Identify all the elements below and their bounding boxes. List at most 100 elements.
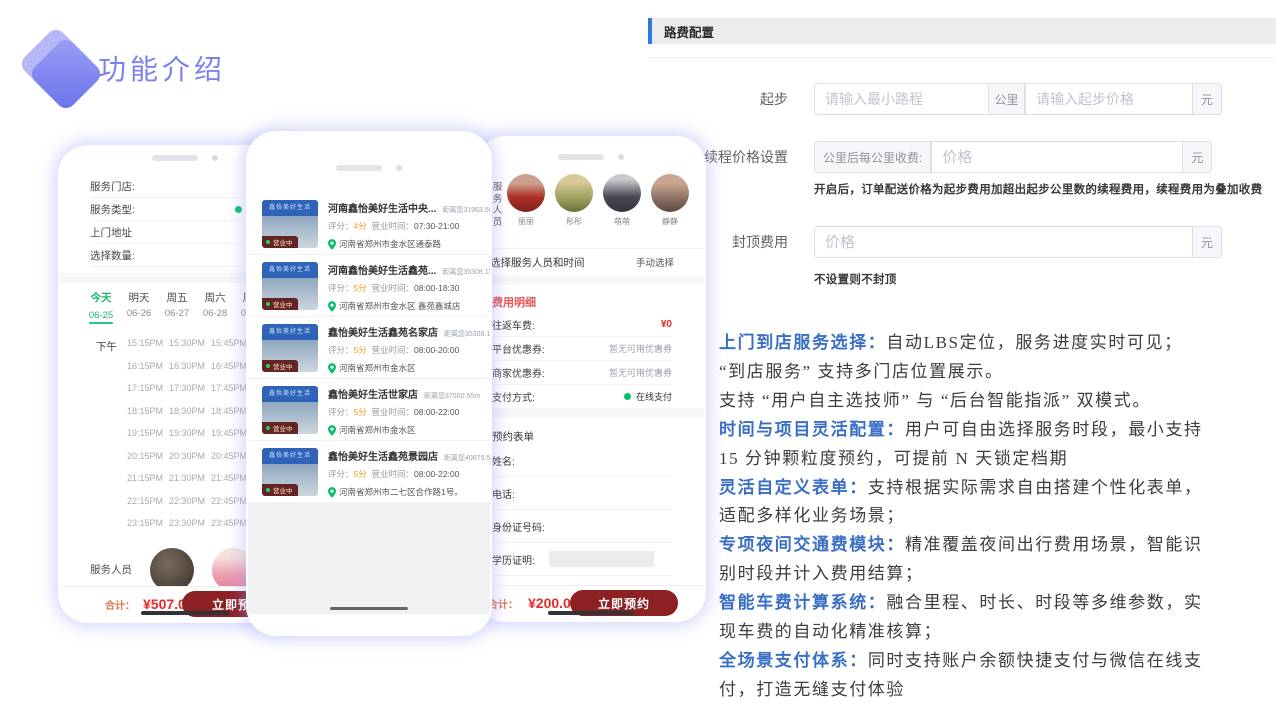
staff-section: 服务人员 丽丽 彤彤 萌萌 静静 — [478, 174, 704, 248]
feature-line: 上门到店服务选择：自动LBS定位，服务进度实时可见； — [719, 329, 1271, 358]
fee-detail-title: 费用明细 — [492, 294, 672, 310]
time-slot[interactable]: 16:15PM — [127, 361, 169, 371]
time-slot[interactable]: 19:45PM — [211, 428, 253, 438]
time-slot[interactable]: 19:15PM — [127, 428, 169, 438]
time-slot[interactable]: 16:45PM — [211, 361, 253, 371]
store-distance: 距离您40875.57m — [444, 453, 490, 463]
start-price-input[interactable] — [1025, 83, 1193, 115]
feature-line: 时间与项目灵活配置：用户可自由选择服务时段，最小支持 — [719, 416, 1271, 445]
fee-row[interactable]: 支付方式: 在线支付 — [492, 385, 672, 408]
time-slot[interactable]: 19:30PM — [169, 428, 211, 438]
open-badge: 营业中 — [262, 360, 298, 372]
avatar — [603, 174, 641, 212]
period-label: 下午 — [96, 339, 127, 528]
diamond-icon — [36, 44, 92, 100]
time-slot[interactable]: 17:30PM — [169, 383, 211, 393]
store-label: 服务门店: — [90, 179, 135, 194]
store-distance: 距离您35308.11m — [444, 329, 490, 339]
time-slot[interactable]: 23:45PM — [211, 518, 253, 528]
store-hours: 08:00-22:00 — [414, 407, 459, 417]
time-slot[interactable]: 18:15PM — [127, 406, 169, 416]
time-slot[interactable]: 18:45PM — [211, 406, 253, 416]
extend-price-input[interactable] — [931, 141, 1183, 173]
feature-line: 支持 “用户自主选技师” 与 “后台智能指派” 双模式。 — [719, 387, 1271, 416]
date-item[interactable]: 明天 06-26 — [120, 290, 158, 324]
time-slot[interactable]: 15:30PM — [169, 338, 211, 348]
time-slot[interactable]: 20:15PM — [127, 451, 169, 461]
per-km-prefix-label: 公里后每公里收费: — [814, 141, 931, 173]
payment-method: 在线支付 — [624, 390, 672, 403]
fee-value: 暂无可用优惠券 — [609, 366, 672, 379]
phone-order-detail: 服务人员 丽丽 彤彤 萌萌 静静 — [478, 138, 704, 620]
store-item[interactable]: 鑫怡美好生活 营业中 河南鑫怡美好生活中央...距离您31963.56m 评分：… — [248, 193, 490, 255]
time-slot-grid: 15:15PM 15:30PM 15:45PM 16:15PM 16:30PM … — [127, 338, 253, 528]
feature-line: 现车费的自动化精准核算； — [719, 618, 1271, 647]
start-fare-label: 起步 — [648, 89, 814, 109]
time-slot[interactable]: 17:15PM — [127, 383, 169, 393]
reservation-form: 预约表单 姓名: 电话: 身份证号码: 学历证明: — [478, 429, 704, 576]
store-distance: 距离您37500.55m — [424, 391, 480, 401]
staff-label: 服务人员 — [90, 562, 132, 577]
manual-select-link[interactable]: 手动选择 — [636, 255, 674, 269]
time-slot[interactable]: 22:45PM — [211, 496, 253, 506]
time-slot[interactable]: 16:30PM — [169, 361, 211, 371]
fee-row[interactable]: 商家优惠券: 暂无可用优惠券 — [492, 361, 672, 385]
store-address: 河南省郑州市二七区合作路1号。 — [339, 486, 463, 498]
phone-store-list: 鑫怡美好生活 营业中 河南鑫怡美好生活中央...距离您31963.56m 评分：… — [248, 133, 490, 634]
date-item[interactable]: 周六 06-28 — [196, 290, 234, 324]
time-slot[interactable]: 23:30PM — [169, 518, 211, 528]
staff-item[interactable]: 丽丽 — [502, 174, 550, 227]
time-slot[interactable]: 21:15PM — [127, 473, 169, 483]
time-slot[interactable]: 15:15PM — [127, 338, 169, 348]
phone-notch — [248, 165, 490, 171]
storefront-thumbnail: 鑫怡美好生活 营业中 — [262, 448, 318, 496]
upload-box[interactable] — [549, 551, 654, 567]
time-slot[interactable]: 21:30PM — [169, 473, 211, 483]
speaker-pill-icon — [336, 165, 382, 171]
start-fare-inputs: 公里 元 — [814, 83, 1222, 115]
pick-staff-time-row[interactable]: 选择服务人员和时间 手动选择 — [478, 248, 704, 275]
time-slot[interactable]: 22:15PM — [127, 496, 169, 506]
store-item[interactable]: 鑫怡美好生活 营业中 鑫怡美好生活鑫苑景园店距离您40875.57m 评分：5分… — [248, 441, 490, 503]
staff-avatars: 丽丽 彤彤 萌萌 静静 — [502, 174, 694, 227]
store-name: 鑫怡美好生活世家店 — [328, 386, 418, 401]
time-slot[interactable]: 15:45PM — [211, 338, 253, 348]
cap-fare-inputs: 元 — [814, 226, 1222, 258]
form-field[interactable]: 学历证明: — [492, 543, 672, 576]
store-item[interactable]: 鑫怡美好生活 营业中 河南鑫怡美好生活鑫苑...距离您35308.11m 评分：… — [248, 255, 490, 317]
cap-price-input[interactable] — [814, 226, 1193, 258]
date-item[interactable]: 周五 06-27 — [158, 290, 196, 324]
form-field[interactable]: 姓名: — [492, 444, 672, 477]
time-slot[interactable]: 17:45PM — [211, 383, 253, 393]
time-slot[interactable]: 20:45PM — [211, 451, 253, 461]
fee-row[interactable]: 平台优惠券: 暂无可用优惠券 — [492, 337, 672, 361]
location-pin-icon — [328, 487, 336, 498]
feature-line: 专项夜间交通费模块：精准覆盖夜间出行费用场景，智能识 — [719, 531, 1271, 560]
date-item-active[interactable]: 今天 06-25 — [82, 290, 120, 324]
time-slot[interactable]: 20:30PM — [169, 451, 211, 461]
time-slot[interactable]: 21:45PM — [211, 473, 253, 483]
camera-dot-icon — [618, 154, 624, 160]
staff-item[interactable]: 萌萌 — [598, 174, 646, 227]
feature-line: 全场景支付体系：同时支持账户余额快捷支付与微信在线支 — [719, 647, 1271, 676]
store-hours: 08:00-18:30 — [414, 283, 459, 293]
store-item[interactable]: 鑫怡美好生活 营业中 鑫怡美好生活鑫苑名家店距离您35308.11m 评分：5分… — [248, 317, 490, 379]
form-field[interactable]: 电话: — [492, 477, 672, 510]
staff-item[interactable]: 彤彤 — [550, 174, 598, 227]
feature-line: “到店服务” 支持多门店位置展示。 — [719, 358, 1271, 387]
feature-line: 15 分钟颗粒度预约，可提前 N 天锁定档期 — [719, 445, 1271, 474]
time-slot[interactable]: 18:30PM — [169, 406, 211, 416]
form-field[interactable]: 身份证号码: — [492, 510, 672, 543]
store-score: 5分 — [354, 345, 367, 355]
time-slot[interactable]: 22:30PM — [169, 496, 211, 506]
open-badge: 营业中 — [262, 422, 298, 434]
camera-dot-icon — [212, 155, 218, 161]
green-dot-icon — [266, 488, 270, 492]
min-distance-input[interactable] — [814, 83, 989, 115]
avatar — [555, 174, 593, 212]
store-item[interactable]: 鑫怡美好生活 营业中 鑫怡美好生活世家店距离您37500.55m 评分：5分 营… — [248, 379, 490, 441]
time-slot[interactable]: 23:15PM — [127, 518, 169, 528]
km-unit-label: 公里 — [989, 83, 1025, 115]
staff-item[interactable]: 静静 — [646, 174, 694, 227]
fee-value: 暂无可用优惠券 — [609, 342, 672, 355]
